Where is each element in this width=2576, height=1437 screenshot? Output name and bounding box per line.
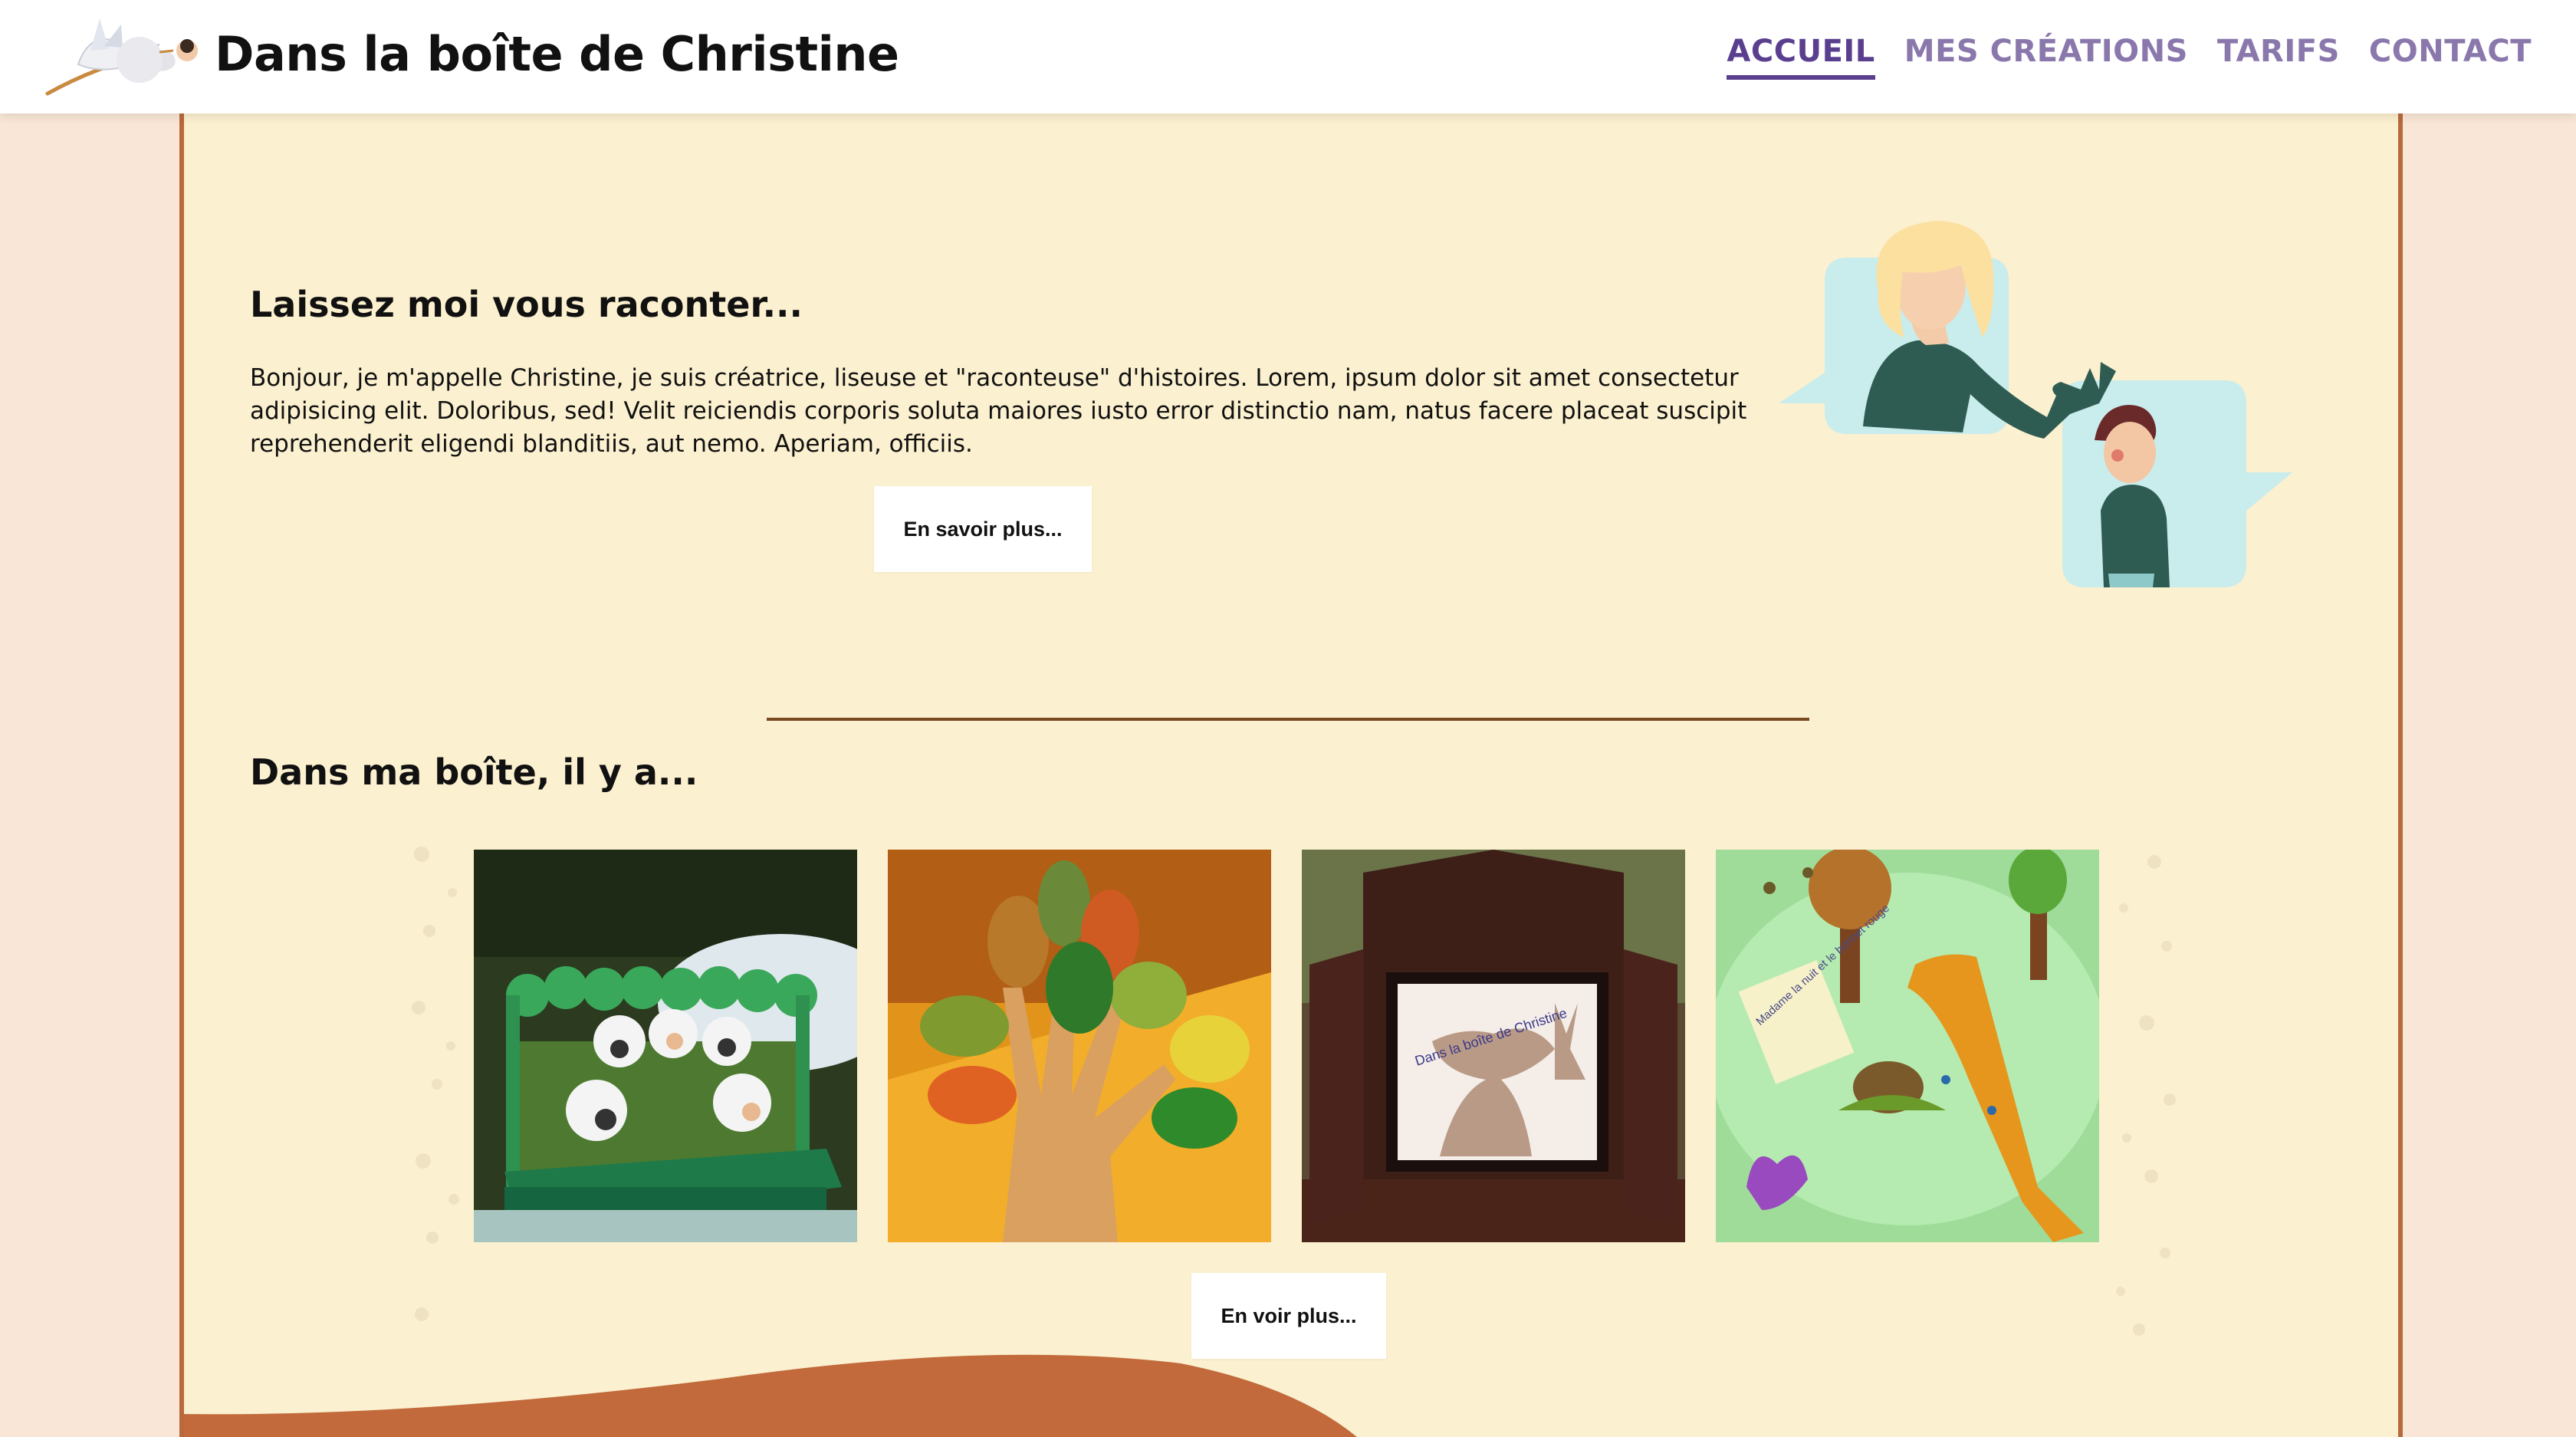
- en-savoir-plus-button[interactable]: En savoir plus...: [874, 486, 1092, 572]
- wave-decoration: [184, 1354, 1357, 1437]
- gallery-item[interactable]: Madame la nuit et le bonnet rouge: [1716, 850, 2099, 1242]
- felt-sheep-box-photo: [474, 850, 857, 1242]
- nav-item-accueil[interactable]: ACCUEIL: [1727, 34, 1875, 80]
- main-nav: ACCUEIL MES CRÉATIONS TARIFS CONTACT: [1727, 34, 2532, 80]
- intro-paragraph: Bonjour, je m'appelle Christine, je suis…: [250, 364, 1747, 458]
- section-divider: [767, 718, 1809, 721]
- gallery-item[interactable]: Dans la boîte de Christine: [1302, 850, 1685, 1242]
- felt-leaves-glove-photo: [888, 850, 1271, 1242]
- gallery-title: Dans ma boîte, il y a...: [250, 751, 698, 793]
- intro-title: Laissez moi vous raconter...: [250, 284, 803, 325]
- site-brand-title[interactable]: Dans la boîte de Christine: [215, 26, 899, 82]
- gallery-item[interactable]: [474, 850, 857, 1242]
- felt-story-mat-photo: Madame la nuit et le bonnet rouge: [1716, 850, 2099, 1242]
- main-content: Laissez moi vous raconter... Bonjour, je…: [179, 113, 2403, 1437]
- storyteller-and-child-illustration: [1779, 221, 2292, 587]
- gallery: Dans la boîte de Christine Madame la nui…: [474, 850, 2099, 1242]
- shadow-theater-photo: Dans la boîte de Christine: [1302, 850, 1685, 1242]
- nav-item-contact[interactable]: CONTACT: [2369, 34, 2532, 80]
- stork-with-baby-icon[interactable]: [44, 14, 205, 100]
- site-header: Dans la boîte de Christine ACCUEIL MES C…: [0, 0, 2576, 113]
- nav-item-tarifs[interactable]: TARIFS: [2217, 34, 2340, 80]
- gallery-item[interactable]: [888, 850, 1271, 1242]
- nav-item-mes-creations[interactable]: MES CRÉATIONS: [1904, 34, 2188, 80]
